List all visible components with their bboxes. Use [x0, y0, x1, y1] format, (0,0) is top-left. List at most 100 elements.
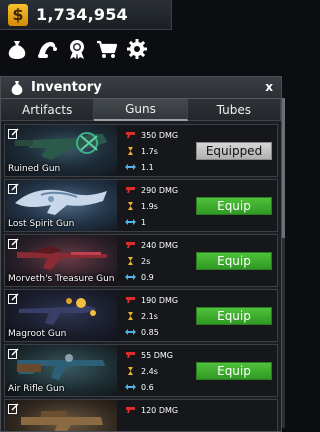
- range-stat: 0.6: [125, 379, 195, 395]
- edit-icon[interactable]: [8, 293, 19, 304]
- gun-name: Ruined Gun: [8, 164, 61, 174]
- gun-image: [21, 411, 103, 431]
- time-value: 2.4s: [141, 366, 158, 376]
- list-item: Morveth's Treasure Gun 240 DMG 2s 0.9 Eq…: [4, 234, 278, 287]
- item-stats: 350 DMG 1.7s 1.1: [117, 125, 195, 176]
- gun-image: [15, 132, 107, 160]
- gun-icon: [126, 297, 135, 303]
- list-item: Magroot Gun 190 DMG 2.1s 0.85 Equip: [4, 289, 278, 342]
- time-stat: 2.1s: [125, 308, 195, 324]
- time-stat: 2.4s: [125, 363, 195, 379]
- tab-tubes[interactable]: Tubes: [187, 99, 281, 121]
- currency-amount: 1,734,954: [36, 5, 128, 24]
- gun-icon: [126, 187, 135, 193]
- item-action: Equip: [195, 180, 277, 231]
- damage-value: 240 DMG: [141, 240, 179, 250]
- damage-stat: 290 DMG: [125, 182, 195, 198]
- range-stat: 0.9: [125, 269, 195, 285]
- item-stats: 120 DMG: [117, 400, 195, 431]
- equip-button[interactable]: Equip: [196, 251, 272, 270]
- hourglass-icon: [128, 312, 133, 320]
- damage-value: 290 DMG: [141, 185, 179, 195]
- gun-icon: [126, 407, 135, 413]
- tab-bar: Artifacts Guns Tubes: [1, 99, 281, 121]
- range-arrows-icon: [125, 274, 136, 280]
- time-value: 1.7s: [141, 146, 158, 156]
- damage-value: 190 DMG: [141, 295, 179, 305]
- panel-title: Inventory: [31, 80, 102, 95]
- panel-header: Inventory x: [1, 77, 281, 99]
- edit-icon[interactable]: [8, 348, 19, 359]
- inventory-panel: Inventory x Artifacts Guns Tubes Ruined …: [0, 76, 282, 432]
- edit-icon[interactable]: [8, 183, 19, 194]
- item-action: Equipped: [195, 125, 277, 176]
- edit-icon[interactable]: [8, 238, 19, 249]
- equip-button[interactable]: Equip: [196, 306, 272, 325]
- damage-stat: 190 DMG: [125, 292, 195, 308]
- hourglass-icon: [128, 147, 133, 155]
- scrollbar-thumb[interactable]: [282, 98, 285, 238]
- range-stat: 1: [125, 214, 195, 230]
- gun-image: [15, 189, 107, 215]
- tab-guns[interactable]: Guns: [94, 99, 188, 121]
- time-stat: 1.9s: [125, 198, 195, 214]
- santa-hat-icon[interactable]: [36, 36, 58, 62]
- equipped-button[interactable]: Equipped: [196, 141, 272, 160]
- range-arrows-icon: [125, 329, 136, 335]
- item-action: [195, 400, 277, 431]
- equip-button[interactable]: Equip: [196, 361, 272, 380]
- hourglass-icon: [128, 367, 133, 375]
- item-list: Ruined Gun 350 DMG 1.7s 1.1 Equipped Los…: [1, 121, 281, 431]
- tab-artifacts[interactable]: Artifacts: [1, 99, 95, 121]
- gun-name: Magroot Gun: [8, 329, 67, 339]
- range-value: 0.6: [141, 382, 154, 392]
- hourglass-icon: [128, 257, 133, 265]
- item-stats: 290 DMG 1.9s 1: [117, 180, 195, 231]
- damage-stat: 55 DMG: [125, 347, 195, 363]
- range-arrows-icon: [125, 164, 136, 170]
- item-thumbnail: Magroot Gun: [5, 290, 117, 341]
- item-action: Equip: [195, 235, 277, 286]
- range-arrows-icon: [125, 384, 136, 390]
- time-stat: 2s: [125, 253, 195, 269]
- equip-button[interactable]: Equip: [196, 196, 272, 215]
- gun-icon: [126, 132, 135, 138]
- item-thumbnail: Air Rifle Gun: [5, 345, 117, 396]
- gun-name: Morveth's Treasure Gun: [8, 274, 115, 284]
- dollar-icon: $: [8, 3, 28, 26]
- range-arrows-icon: [125, 219, 136, 225]
- time-value: 2.1s: [141, 311, 158, 321]
- scrollbar[interactable]: [282, 98, 285, 428]
- edit-icon[interactable]: [8, 128, 19, 139]
- gun-name: Air Rifle Gun: [8, 384, 65, 394]
- item-thumbnail: Ruined Gun: [5, 125, 117, 176]
- hourglass-icon: [128, 202, 133, 210]
- item-thumbnail: Morveth's Treasure Gun: [5, 235, 117, 286]
- gun-image: [17, 354, 105, 380]
- item-action: Equip: [195, 345, 277, 396]
- range-value: 0.9: [141, 272, 154, 282]
- range-stat: 1.1: [125, 159, 195, 175]
- damage-value: 120 DMG: [141, 405, 179, 415]
- gun-icon: [126, 242, 135, 248]
- time-value: 2s: [141, 256, 151, 266]
- list-item: Air Rifle Gun 55 DMG 2.4s 0.6 Equip: [4, 344, 278, 397]
- money-bag-icon: [11, 80, 23, 95]
- money-bag-icon[interactable]: [6, 36, 28, 62]
- time-stat: 1.7s: [125, 143, 195, 159]
- cart-icon[interactable]: [96, 36, 118, 62]
- gun-image: [19, 298, 97, 325]
- badge-icon[interactable]: [66, 36, 88, 62]
- list-item: Lost Spirit Gun 290 DMG 1.9s 1 Equip: [4, 179, 278, 232]
- time-value: 1.9s: [141, 201, 158, 211]
- edit-icon[interactable]: [8, 403, 19, 414]
- list-item: 120 DMG: [4, 399, 278, 431]
- gear-icon[interactable]: [126, 36, 148, 62]
- damage-stat: 350 DMG: [125, 127, 195, 143]
- gun-name: Lost Spirit Gun: [8, 219, 75, 229]
- close-button[interactable]: x: [265, 80, 273, 94]
- damage-value: 350 DMG: [141, 130, 179, 140]
- item-stats: 240 DMG 2s 0.9: [117, 235, 195, 286]
- item-action: Equip: [195, 290, 277, 341]
- damage-stat: 240 DMG: [125, 237, 195, 253]
